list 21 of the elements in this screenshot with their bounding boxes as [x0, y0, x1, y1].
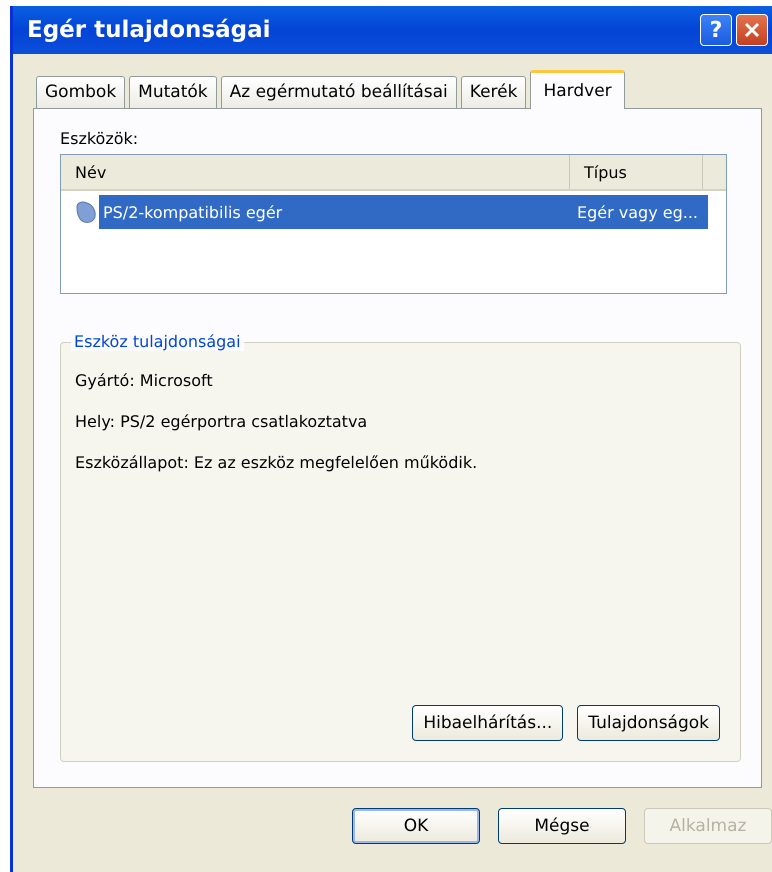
close-button[interactable] — [736, 14, 768, 46]
property-line: Hely: PS/2 egérportra csatlakoztatva — [75, 412, 368, 431]
dialog-button[interactable]: OK — [352, 808, 480, 844]
column-header[interactable]: Név — [61, 155, 570, 189]
group-title: Eszköz tulajdonságai — [71, 332, 244, 351]
group-button[interactable]: Hibaelhárítás... — [412, 705, 564, 741]
property-line: Gyártó: Microsoft — [75, 371, 214, 390]
window-title: Egér tulajdonságai — [27, 17, 272, 43]
tab[interactable]: Az egérmutató beállításai — [220, 76, 457, 108]
devices-label: Eszközök: — [60, 129, 140, 148]
column-header[interactable]: Típus — [570, 155, 703, 189]
tab[interactable]: Gombok — [36, 76, 126, 108]
dialog-button[interactable]: Mégse — [498, 808, 626, 844]
device-row[interactable]: PS/2-kompatibilis egér Egér vagy eg... — [99, 195, 708, 229]
tab[interactable]: Kerék — [460, 76, 526, 108]
property-line: Eszközállapot: Ez az eszköz megfelelően működik. — [75, 453, 478, 472]
tab[interactable]: Mutatók — [129, 76, 217, 108]
close-icon — [743, 21, 761, 39]
tab[interactable]: Hardver — [530, 70, 625, 109]
help-button[interactable]: ? — [700, 14, 732, 46]
group-button[interactable]: Tulajdonságok — [577, 705, 720, 741]
